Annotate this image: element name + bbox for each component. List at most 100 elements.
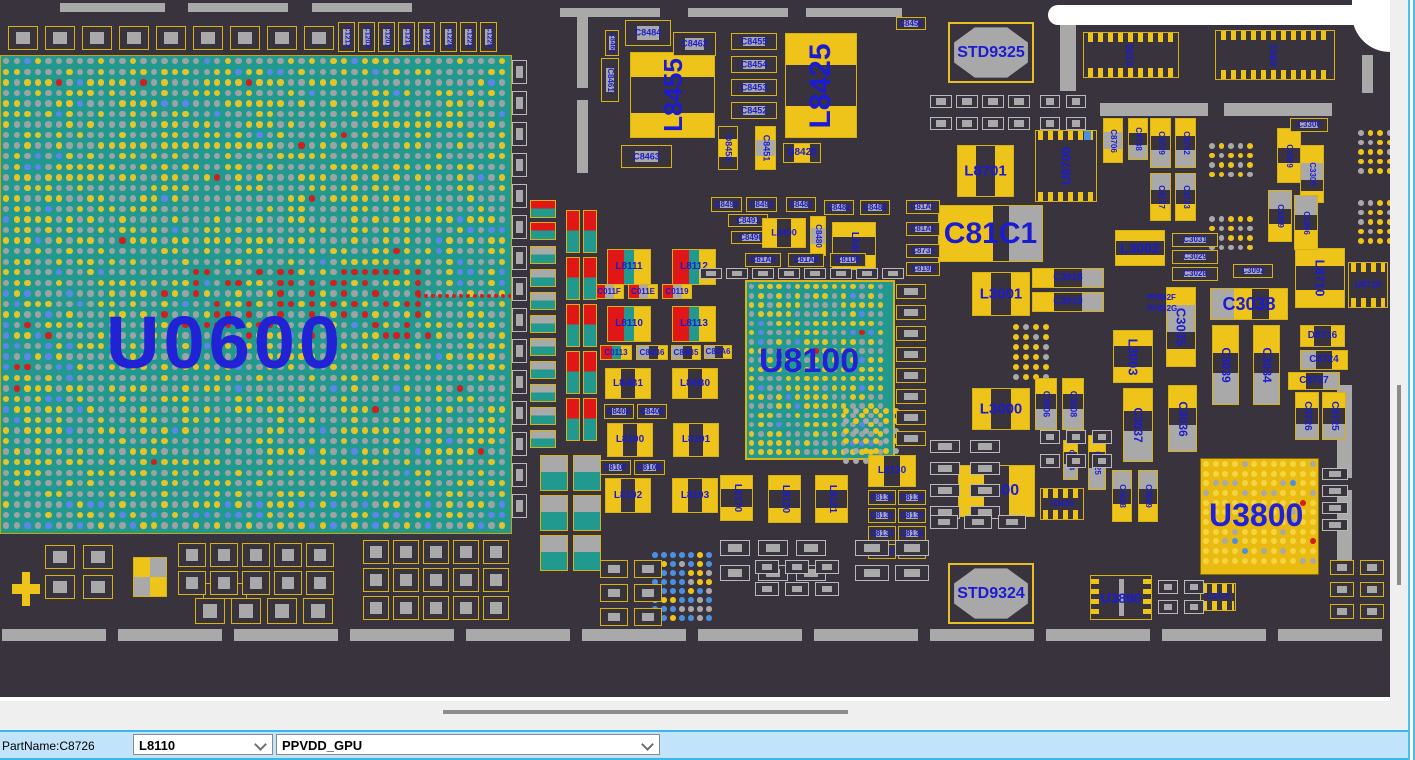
small-component[interactable] bbox=[242, 543, 270, 567]
small-component[interactable] bbox=[896, 389, 926, 404]
small-component[interactable] bbox=[195, 598, 225, 624]
small-component[interactable] bbox=[998, 515, 1026, 529]
part-L84B0[interactable]: L84B0 bbox=[672, 368, 718, 399]
part-C8483[interactable]: C8483 bbox=[860, 200, 890, 215]
small-component[interactable] bbox=[1092, 454, 1112, 468]
small-component[interactable] bbox=[896, 284, 926, 299]
small-component[interactable] bbox=[720, 565, 750, 581]
small-component[interactable] bbox=[512, 215, 527, 239]
small-component[interactable] bbox=[512, 153, 527, 177]
small-component[interactable] bbox=[1330, 582, 1354, 597]
small-component[interactable] bbox=[758, 540, 788, 556]
part-L3001[interactable]: L3001 bbox=[972, 272, 1030, 316]
small-component[interactable] bbox=[1066, 95, 1086, 108]
small-component[interactable] bbox=[483, 596, 509, 620]
small-component[interactable] bbox=[634, 584, 662, 602]
part-C8733[interactable]: C8733 bbox=[1175, 173, 1196, 221]
part-L8120[interactable]: L8120 bbox=[768, 475, 801, 523]
small-component[interactable] bbox=[230, 26, 260, 50]
part-C8451[interactable]: C8451 bbox=[755, 126, 776, 170]
small-component[interactable] bbox=[882, 268, 904, 279]
part-C81C1[interactable]: C81C1 bbox=[938, 205, 1043, 262]
small-component[interactable] bbox=[530, 338, 556, 356]
small-component[interactable] bbox=[393, 568, 419, 592]
part-C8461[interactable]: C8461 bbox=[601, 58, 619, 102]
small-component[interactable] bbox=[634, 608, 662, 626]
small-component[interactable] bbox=[600, 608, 628, 626]
part-C1214[interactable]: C1214 bbox=[418, 22, 435, 52]
part-C810B[interactable]: C810B bbox=[634, 460, 665, 475]
part-L8455[interactable]: L8455 bbox=[630, 52, 715, 138]
small-component[interactable] bbox=[306, 543, 334, 567]
bga-U0600[interactable]: U0600 bbox=[0, 55, 512, 534]
vertical-scrollbar-thumb[interactable] bbox=[1397, 385, 1401, 585]
part-C8455[interactable]: C8455 bbox=[731, 33, 777, 50]
small-component[interactable] bbox=[83, 545, 113, 569]
small-component[interactable] bbox=[512, 308, 527, 332]
small-component[interactable] bbox=[583, 398, 597, 441]
small-component[interactable] bbox=[634, 560, 662, 578]
small-component[interactable] bbox=[930, 440, 960, 453]
part-U3620[interactable]: U3620 bbox=[1040, 488, 1084, 520]
part-C8706[interactable]: C8706 bbox=[1103, 118, 1123, 163]
small-component[interactable] bbox=[1040, 117, 1060, 130]
small-component[interactable] bbox=[423, 568, 449, 592]
small-component[interactable] bbox=[231, 598, 261, 624]
small-component[interactable] bbox=[1092, 430, 1112, 444]
small-component[interactable] bbox=[1322, 485, 1348, 497]
small-component[interactable] bbox=[566, 210, 580, 253]
small-component[interactable] bbox=[720, 540, 750, 556]
part-C0119[interactable]: C0119 bbox=[662, 284, 692, 299]
part-C1203[interactable]: C1203 bbox=[358, 22, 375, 52]
part-L3003[interactable]: L3003 bbox=[1113, 330, 1153, 383]
small-component[interactable] bbox=[956, 117, 978, 130]
small-component[interactable] bbox=[1360, 560, 1384, 575]
part-C8452[interactable]: C8452 bbox=[731, 102, 777, 119]
part-U8700[interactable]: U8700 bbox=[1035, 130, 1097, 202]
small-component[interactable] bbox=[566, 398, 580, 441]
part-L8100[interactable]: L8100 bbox=[607, 423, 653, 457]
small-component[interactable] bbox=[512, 463, 527, 487]
small-component[interactable] bbox=[45, 575, 75, 599]
small-component[interactable] bbox=[896, 326, 926, 341]
small-component[interactable] bbox=[540, 495, 568, 531]
small-component[interactable] bbox=[573, 535, 601, 571]
part-L8701[interactable]: L8701 bbox=[957, 145, 1014, 197]
part-C8731[interactable]: C8731 bbox=[906, 244, 940, 258]
part-C8737[interactable]: C8737 bbox=[1150, 173, 1171, 221]
part-C1223[interactable]: C1223 bbox=[460, 22, 477, 52]
part-C81A2[interactable]: C81A2 bbox=[788, 253, 824, 267]
small-component[interactable] bbox=[830, 268, 852, 279]
part-C84A6[interactable]: C84A6 bbox=[704, 345, 732, 359]
small-component[interactable] bbox=[970, 440, 1000, 453]
small-component[interactable] bbox=[530, 269, 556, 287]
small-component[interactable] bbox=[178, 571, 206, 595]
chevron-down-icon[interactable] bbox=[641, 738, 654, 751]
part-L8112[interactable]: L8112 bbox=[672, 249, 716, 285]
small-component[interactable] bbox=[573, 455, 601, 491]
small-component[interactable] bbox=[956, 95, 978, 108]
part-L8710[interactable]: L8710 bbox=[1295, 248, 1345, 308]
small-component[interactable] bbox=[512, 246, 527, 270]
part-C1228[interactable]: C1228 bbox=[440, 22, 457, 52]
small-component[interactable] bbox=[1158, 580, 1178, 594]
small-component[interactable] bbox=[1066, 454, 1086, 468]
small-component[interactable] bbox=[1158, 600, 1178, 614]
part-C1201[interactable]: C1201 bbox=[378, 22, 395, 52]
part-C011F[interactable]: C011F bbox=[594, 284, 624, 299]
part-L8110[interactable]: L8110 bbox=[607, 306, 651, 342]
part-C81D5[interactable]: C81D5 bbox=[830, 253, 866, 267]
part-D8716[interactable]: D8716 bbox=[1300, 325, 1345, 347]
small-component[interactable] bbox=[45, 545, 75, 569]
part-C8724[interactable]: C8724 bbox=[1300, 350, 1348, 370]
small-component[interactable] bbox=[1322, 519, 1348, 531]
small-component[interactable] bbox=[83, 575, 113, 599]
part-C1210[interactable]: C1210 bbox=[398, 22, 415, 52]
part-C8739[interactable]: C8739 bbox=[1150, 118, 1171, 168]
part-C8738[interactable]: C8738 bbox=[1128, 118, 1148, 160]
small-component[interactable] bbox=[530, 222, 556, 240]
small-component[interactable] bbox=[393, 596, 419, 620]
part-C8134[interactable]: C8134 bbox=[898, 490, 926, 505]
part-C8484[interactable]: C8484 bbox=[625, 20, 671, 46]
part-L8102[interactable]: L8102 bbox=[605, 478, 651, 513]
